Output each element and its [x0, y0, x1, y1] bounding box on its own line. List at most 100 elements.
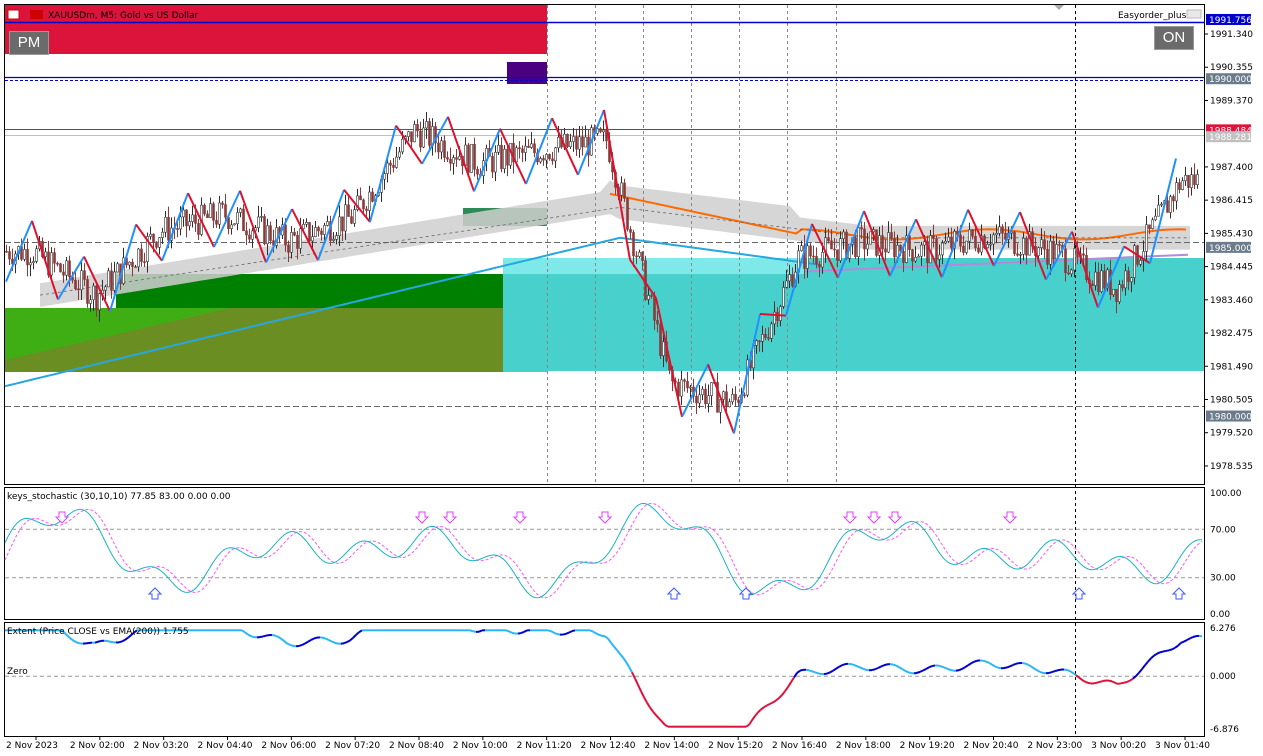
extent-segment — [1120, 681, 1125, 685]
candle-body — [248, 234, 251, 240]
candle-body — [854, 237, 857, 257]
candle-body — [986, 244, 989, 249]
pm-button[interactable]: PM — [9, 31, 49, 55]
candle-body — [8, 251, 11, 260]
candle-body — [779, 306, 782, 321]
extent-segment — [1180, 640, 1185, 644]
extent-segment — [598, 633, 603, 637]
extent-segment — [772, 699, 777, 704]
candle-body — [884, 248, 887, 253]
extent-segment — [1129, 677, 1134, 682]
extent-segment — [853, 664, 858, 668]
extent-segment — [856, 665, 861, 669]
extent-segment — [961, 666, 966, 670]
extent-segment — [916, 670, 921, 674]
candle-body — [455, 157, 458, 160]
extent-segment — [922, 668, 927, 672]
candle-body — [452, 157, 455, 164]
menu-icon[interactable] — [7, 9, 20, 20]
candle-body — [470, 143, 473, 173]
candle-body — [806, 245, 809, 269]
candle-body — [776, 311, 779, 321]
chart-icon[interactable] — [30, 10, 43, 19]
candle-body — [1121, 284, 1124, 289]
extent-segment — [625, 661, 630, 668]
candle-body — [710, 382, 713, 396]
candle-body — [545, 154, 548, 161]
candle-body — [44, 251, 47, 257]
candle-body — [233, 223, 236, 226]
candle-body — [836, 249, 839, 261]
candle-body — [392, 164, 395, 168]
candle-body — [290, 232, 293, 253]
extent-segment — [1078, 676, 1083, 681]
extent-segment — [1192, 635, 1197, 638]
candle-body — [422, 127, 425, 148]
candle-body — [182, 209, 185, 218]
extent-segment — [334, 641, 339, 645]
candle-body — [959, 234, 962, 247]
candle-body — [59, 263, 62, 273]
extent-segment — [1177, 642, 1182, 647]
candle-body — [623, 182, 626, 199]
sell-arrow-icon — [414, 511, 430, 524]
candle-body — [887, 232, 890, 253]
price-chart[interactable]: 1991.340 1990.355 1989.370 1987.400 1986.415… — [0, 0, 1263, 756]
candle-body — [134, 266, 137, 269]
candle-body — [914, 257, 917, 262]
candle-body — [419, 130, 422, 148]
extent-segment — [940, 665, 945, 669]
extent-segment — [622, 656, 627, 663]
candle-body — [1049, 240, 1052, 265]
extent-segment — [637, 684, 642, 692]
stoch-level-label: 30.00 — [1210, 574, 1236, 584]
candle-body — [932, 235, 935, 239]
candle-body — [635, 255, 638, 258]
candle-body — [707, 395, 710, 405]
candle-body — [971, 229, 974, 237]
extent-segment — [826, 671, 831, 675]
zero-label: Zero — [7, 667, 28, 677]
candle-body — [524, 145, 527, 153]
candle-body — [425, 121, 428, 129]
candle-body — [917, 255, 920, 258]
extent-segment — [523, 629, 528, 633]
candle-body — [896, 244, 899, 258]
candle-body — [440, 140, 443, 153]
candle-body — [908, 235, 911, 250]
extent-segment — [304, 640, 309, 645]
time-tick-label: 2 Nov 20:40 — [964, 741, 1019, 751]
candle-body — [437, 142, 440, 153]
zigzag-up-leg — [213, 190, 241, 248]
candle-body — [944, 240, 947, 244]
candle-body — [257, 216, 260, 228]
candle-body — [1013, 231, 1016, 255]
candle-body — [1148, 224, 1151, 229]
candle-body — [701, 388, 704, 396]
extent-segment — [118, 640, 123, 644]
price-tick-label: 1982.475 — [1210, 329, 1253, 339]
extent-segment — [106, 640, 111, 643]
extent-segment — [247, 633, 252, 638]
candle-body — [113, 271, 116, 291]
candle-body — [305, 222, 308, 225]
candle-body — [401, 138, 404, 153]
candle-body — [704, 388, 707, 405]
extent-segment — [250, 635, 255, 639]
extent-segment — [1150, 654, 1155, 660]
extent-segment — [604, 635, 609, 640]
candle-body — [230, 224, 233, 229]
extent-segment — [616, 649, 621, 655]
candle-body — [920, 244, 923, 257]
sell-arrow-icon — [842, 511, 858, 524]
extent-segment — [1081, 678, 1086, 683]
extent-segment — [658, 717, 663, 723]
candle-body — [1133, 245, 1136, 278]
candle-body — [344, 204, 347, 232]
extent-segment — [343, 641, 348, 645]
candle-body — [167, 216, 170, 241]
candle-body — [497, 144, 500, 153]
extent-segment — [850, 663, 855, 666]
on-button[interactable]: ON — [1154, 26, 1194, 50]
extent-segment — [937, 664, 942, 668]
